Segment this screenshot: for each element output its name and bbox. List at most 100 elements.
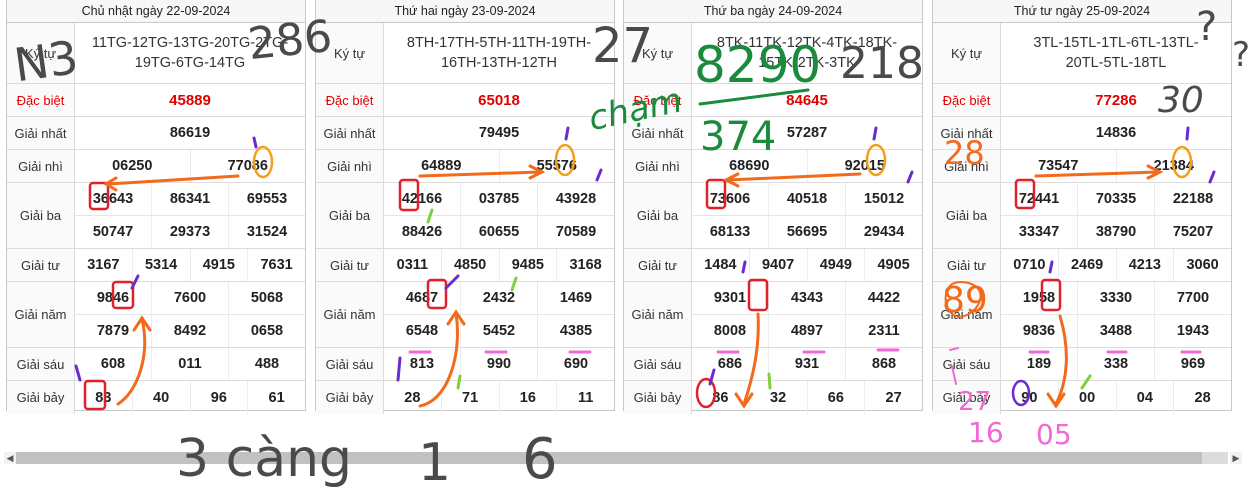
prize-number: 42166 (401, 191, 443, 207)
prize-number: 79495 (478, 125, 520, 141)
prize-number: 61 (247, 381, 305, 414)
prize-number: 92015 (806, 150, 923, 182)
prize-number: 96 (189, 381, 248, 414)
prize-number: 40518 (768, 183, 845, 215)
code-list: 3TL-15TL-1TL-6TL-13TL- 20TL-5TL-18TL (1001, 23, 1231, 83)
prize-number: 9407 (748, 249, 807, 281)
prize-number: 22188 (1154, 183, 1231, 215)
prize-number: 8492 (151, 315, 228, 347)
hw-16: 16 (968, 416, 1004, 449)
prize-number: 86341 (151, 183, 228, 215)
prize-number: 11 (556, 381, 614, 414)
prize-label: Giải nhất (624, 117, 692, 149)
row-kytu: Ký tự 8TK-11TK-12TK-4TK-18TK- 15TK-2TK-3… (624, 23, 922, 84)
prize-number: 90 (1021, 389, 1038, 406)
prize-number: 29373 (151, 216, 228, 248)
prize-number: 21384 (1115, 150, 1232, 182)
scroll-right-button[interactable]: ▶ (1230, 452, 1242, 464)
prize-number: 9846 (96, 290, 130, 306)
code-list: 8TK-11TK-12TK-4TK-18TK- 15TK-2TK-3TK (692, 23, 922, 83)
prize-number: 4687 (405, 290, 439, 306)
prize-number: 77086 (189, 150, 306, 182)
row-nhi: Giải nhì 64889 55576 (316, 150, 614, 183)
prize-number: 38790 (1077, 216, 1154, 248)
prize-number: 2469 (1057, 249, 1116, 281)
prize-number: 03785 (460, 183, 537, 215)
prize-number: 64889 (421, 158, 462, 174)
prize-number: 686 (717, 356, 743, 372)
lottery-board: Chủ nhật ngày 22-09-2024 Ký tự 11TG-12TG… (6, 0, 306, 414)
scrollbar-thumb[interactable] (16, 452, 1202, 464)
prize-number: 88426 (401, 224, 443, 240)
prize-number: 5452 (460, 315, 537, 347)
prize-number: 04 (1115, 381, 1174, 414)
prize-label: Giải năm (933, 282, 1001, 347)
prize-label: Đặc biệt (624, 84, 692, 116)
prize-number: 189 (1026, 356, 1052, 372)
prize-number: 14836 (1095, 125, 1137, 141)
prize-number: 931 (768, 348, 845, 380)
row-dacbiet: Đặc biệt 65018 (316, 84, 614, 117)
prize-label: Giải tư (316, 249, 384, 281)
code-list: 8TH-17TH-5TH-11TH-19TH- 16TH-13TH-12TH (384, 23, 614, 83)
code-line: 3TL-15TL-1TL-6TL-13TL- (1033, 35, 1199, 51)
lottery-board: Thứ tư ngày 25-09-2024 Ký tự 3TL-15TL-1T… (932, 0, 1232, 414)
prize-number: 4905 (864, 249, 922, 281)
prize-number: 55576 (498, 150, 615, 182)
prize-number: 16 (498, 381, 557, 414)
prize-number: 4385 (537, 315, 614, 347)
prize-number: 3330 (1077, 282, 1154, 314)
row-tu: Giải tư 3167 5314 4915 7631 (7, 249, 305, 282)
horizontal-scrollbar[interactable] (16, 452, 1228, 464)
row-sau: Giải sáu 686 931 868 (624, 348, 922, 381)
prize-number: 66 (806, 381, 865, 414)
code-line: 19TG-6TG-14TG (134, 55, 246, 71)
prize-number: 45889 (169, 91, 211, 109)
prize-number: 813 (409, 356, 435, 372)
prize-number: 338 (1077, 348, 1154, 380)
prize-label: Ký tự (933, 23, 1001, 83)
prize-number: 4422 (845, 282, 922, 314)
prize-number: 68133 (709, 224, 751, 240)
prize-number: 011 (151, 348, 228, 380)
prize-number: 00 (1057, 381, 1116, 414)
prize-number: 68690 (729, 158, 770, 174)
prize-label: Giải năm (624, 282, 692, 347)
row-bay: Giải bảy 28 71 16 11 (316, 381, 614, 414)
row-dacbiet: Đặc biệt 77286 (933, 84, 1231, 117)
prize-number: 608 (100, 356, 126, 372)
row-sau: Giải sáu 813 990 690 (316, 348, 614, 381)
lottery-board: Thứ hai ngày 23-09-2024 Ký tự 8TH-17TH-5… (315, 0, 615, 414)
prize-label: Giải năm (316, 282, 384, 347)
row-ba: Giải ba 36643 86341 69553 50747 29373 31524 (7, 183, 305, 249)
prize-number: 868 (845, 348, 922, 380)
prize-number: 1484 (704, 257, 737, 273)
row-kytu: Ký tự 8TH-17TH-5TH-11TH-19TH- 16TH-13TH-… (316, 23, 614, 84)
prize-number: 1943 (1154, 315, 1231, 347)
prize-number: 70335 (1077, 183, 1154, 215)
prize-number: 7879 (96, 323, 130, 339)
prize-number: 4343 (768, 282, 845, 314)
prize-number: 7700 (1154, 282, 1231, 314)
prize-label: Giải sáu (933, 348, 1001, 380)
prize-number: 06250 (112, 158, 153, 174)
hw-05: 05 (1036, 418, 1072, 451)
prize-number: 0658 (228, 315, 305, 347)
prize-label: Giải bảy (624, 381, 692, 414)
prize-label: Đặc biệt (7, 84, 75, 116)
prize-number: 83 (95, 389, 112, 406)
prize-number: 969 (1154, 348, 1231, 380)
board-date: Thứ ba ngày 24-09-2024 (624, 0, 922, 23)
row-ba: Giải ba 42166 03785 43928 88426 60655 70589 (316, 183, 614, 249)
prize-label: Giải ba (624, 183, 692, 248)
prize-number: 73547 (1038, 158, 1079, 174)
row-kytu: Ký tự 3TL-15TL-1TL-6TL-13TL- 20TL-5TL-18… (933, 23, 1231, 84)
code-line: 20TL-5TL-18TL (1065, 55, 1167, 71)
row-nhat: Giải nhất 79495 (316, 117, 614, 150)
prize-label: Ký tự (316, 23, 384, 83)
prize-number: 72441 (1018, 191, 1060, 207)
row-kytu: Ký tự 11TG-12TG-13TG-20TG-2TG- 19TG-6TG-… (7, 23, 305, 84)
prize-number: 71 (440, 381, 499, 414)
prize-number: 2432 (460, 282, 537, 314)
scroll-left-button[interactable]: ◀ (4, 452, 16, 464)
